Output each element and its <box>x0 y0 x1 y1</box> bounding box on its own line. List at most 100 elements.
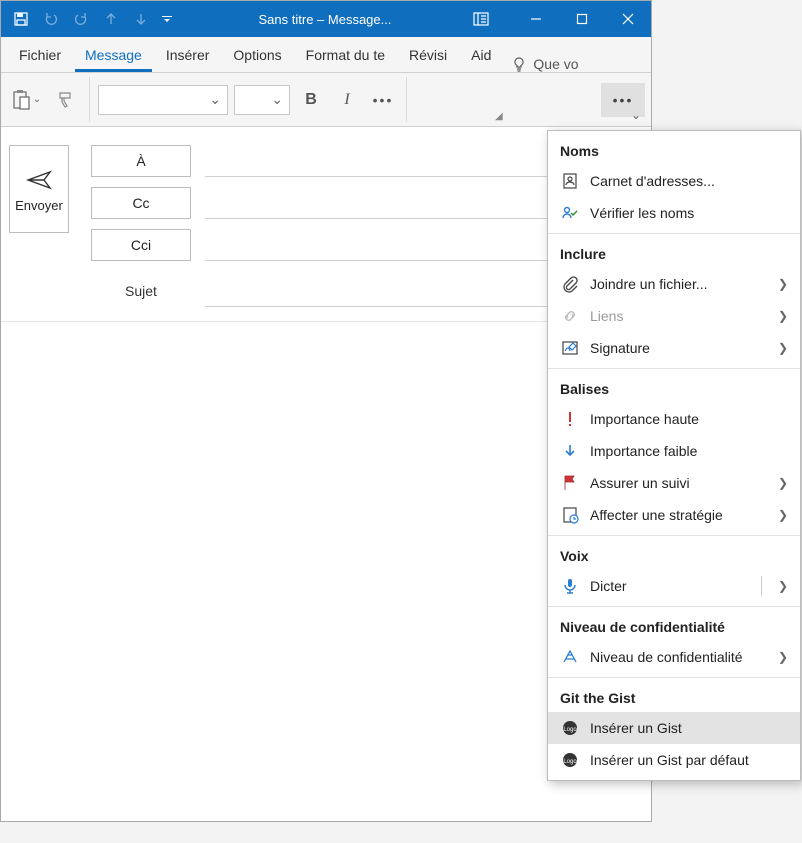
tab-fichier[interactable]: Fichier <box>9 39 71 72</box>
maximize-button[interactable] <box>559 1 605 37</box>
chevron-right-icon: ❯ <box>778 650 788 664</box>
paste-button[interactable]: ⌄ <box>7 83 45 117</box>
ribbon-tabs: Fichier Message Insérer Options Format d… <box>1 37 651 73</box>
reading-mode-icon[interactable] <box>473 12 513 26</box>
dropdown-item-label: Dicter <box>590 578 745 594</box>
dropdown-item-label: Insérer un Gist par défaut <box>590 752 788 768</box>
dropdown-item-label: Importance haute <box>590 411 788 427</box>
more-formatting-button[interactable]: ••• <box>368 83 398 117</box>
svg-text:Logo: Logo <box>563 727 577 733</box>
tab-aide[interactable]: Aid <box>461 39 501 72</box>
send-icon <box>26 170 52 190</box>
attach-icon <box>560 274 580 294</box>
dropdown-item-signature[interactable]: Signature ❯ <box>548 332 800 364</box>
send-button[interactable]: Envoyer <box>9 145 69 233</box>
tab-revision[interactable]: Révisi <box>399 39 457 72</box>
ribbon-overflow-dropdown: Noms Carnet d'adresses... Vérifier les nom… <box>547 130 801 781</box>
dropdown-item-label: Affecter une stratégie <box>590 507 768 523</box>
tab-options[interactable]: Options <box>223 39 291 72</box>
next-icon[interactable] <box>127 5 155 33</box>
chevron-right-icon: ❯ <box>778 309 788 323</box>
subject-label: Sujet <box>91 283 191 299</box>
dropdown-item-label: Carnet d'adresses... <box>590 173 788 189</box>
dropdown-item-label: Signature <box>590 340 768 356</box>
chevron-right-icon: ❯ <box>778 341 788 355</box>
dropdown-section-header: Niveau de confidentialité <box>548 615 800 641</box>
tab-message[interactable]: Message <box>75 39 152 72</box>
link-icon <box>560 306 580 326</box>
chevron-right-icon: ❯ <box>778 508 788 522</box>
cc-label: Cc <box>132 195 149 211</box>
address-book-icon <box>560 171 580 191</box>
dropdown-item-follow-up[interactable]: Assurer un suivi ❯ <box>548 467 800 499</box>
dropdown-item-importance-high[interactable]: Importance haute <box>548 403 800 435</box>
dropdown-item-sensitivity[interactable]: Niveau de confidentialité ❯ <box>548 641 800 673</box>
dropdown-item-logo[interactable]: Logo Insérer un Gist <box>548 712 800 744</box>
italic-button[interactable]: I <box>332 83 362 117</box>
dropdown-item-attach[interactable]: Joindre un fichier... ❯ <box>548 268 800 300</box>
dialog-launcher-icon[interactable]: ◢ <box>495 111 503 122</box>
signature-icon <box>560 338 580 358</box>
send-label: Envoyer <box>15 198 63 213</box>
follow-up-icon <box>560 473 580 493</box>
dropdown-item-check-names[interactable]: Vérifier les noms <box>548 197 800 229</box>
tab-inserer[interactable]: Insérer <box>156 39 220 72</box>
quick-access-toolbar <box>1 5 177 33</box>
window-title: Sans titre – Message... <box>177 12 473 27</box>
dropdown-item-label: Niveau de confidentialité <box>590 649 768 665</box>
dropdown-section-header: Balises <box>548 377 800 403</box>
chevron-right-icon: ❯ <box>778 277 788 291</box>
chevron-down-icon: ⌄ <box>271 91 283 108</box>
bcc-button[interactable]: Cci <box>91 229 191 261</box>
check-names-icon <box>560 203 580 223</box>
dropdown-item-label: Vérifier les noms <box>590 205 788 221</box>
dropdown-item-label: Importance faible <box>590 443 788 459</box>
format-painter-button[interactable] <box>51 83 81 117</box>
dropdown-item-link: Liens ❯ <box>548 300 800 332</box>
dropdown-item-dictate[interactable]: Dicter ❯ <box>548 570 800 602</box>
bold-button[interactable]: B <box>296 83 326 117</box>
cc-button[interactable]: Cc <box>91 187 191 219</box>
ribbon-content: ⌄ ⌄ ⌄ B I ••• ◢ ••• ⌄ <box>1 73 651 127</box>
redo-icon[interactable] <box>67 5 95 33</box>
dropdown-section-header: Inclure <box>548 242 800 268</box>
tell-me[interactable]: Que vo <box>511 56 578 72</box>
undo-icon[interactable] <box>37 5 65 33</box>
dropdown-item-label: Liens <box>590 308 768 324</box>
dropdown-item-importance-low[interactable]: Importance faible <box>548 435 800 467</box>
save-icon[interactable] <box>7 5 35 33</box>
font-name-combo[interactable]: ⌄ <box>98 85 228 115</box>
dropdown-item-policy[interactable]: Affecter une stratégie ❯ <box>548 499 800 531</box>
dictate-icon <box>560 576 580 596</box>
dropdown-section-header: Git the Gist <box>548 686 800 712</box>
svg-text:Logo: Logo <box>563 759 577 765</box>
logo-icon: Logo <box>560 750 580 770</box>
dropdown-item-address-book[interactable]: Carnet d'adresses... <box>548 165 800 197</box>
collapse-ribbon-icon[interactable]: ⌄ <box>631 108 641 122</box>
policy-icon <box>560 505 580 525</box>
dropdown-item-label: Assurer un suivi <box>590 475 768 491</box>
dropdown-section-header: Noms <box>548 139 800 165</box>
titlebar: Sans titre – Message... <box>1 1 651 37</box>
chevron-right-icon: ❯ <box>778 476 788 490</box>
dropdown-item-label: Insérer un Gist <box>590 720 788 736</box>
dropdown-item-label: Joindre un fichier... <box>590 276 768 292</box>
dropdown-section-header: Voix <box>548 544 800 570</box>
minimize-button[interactable] <box>513 1 559 37</box>
lightbulb-icon <box>511 56 527 72</box>
font-size-combo[interactable]: ⌄ <box>234 85 290 115</box>
importance-low-icon <box>560 441 580 461</box>
dropdown-item-logo[interactable]: Logo Insérer un Gist par défaut <box>548 744 800 776</box>
window-controls <box>513 1 651 37</box>
close-button[interactable] <box>605 1 651 37</box>
logo-icon: Logo <box>560 718 580 738</box>
to-label: À <box>136 153 145 169</box>
to-button[interactable]: À <box>91 145 191 177</box>
qat-customize-icon[interactable] <box>157 5 177 33</box>
chevron-right-icon: ❯ <box>778 579 788 593</box>
sensitivity-icon <box>560 647 580 667</box>
chevron-down-icon: ⌄ <box>209 91 221 108</box>
tab-format[interactable]: Format du te <box>296 39 395 72</box>
bcc-label: Cci <box>131 237 151 253</box>
prev-icon[interactable] <box>97 5 125 33</box>
